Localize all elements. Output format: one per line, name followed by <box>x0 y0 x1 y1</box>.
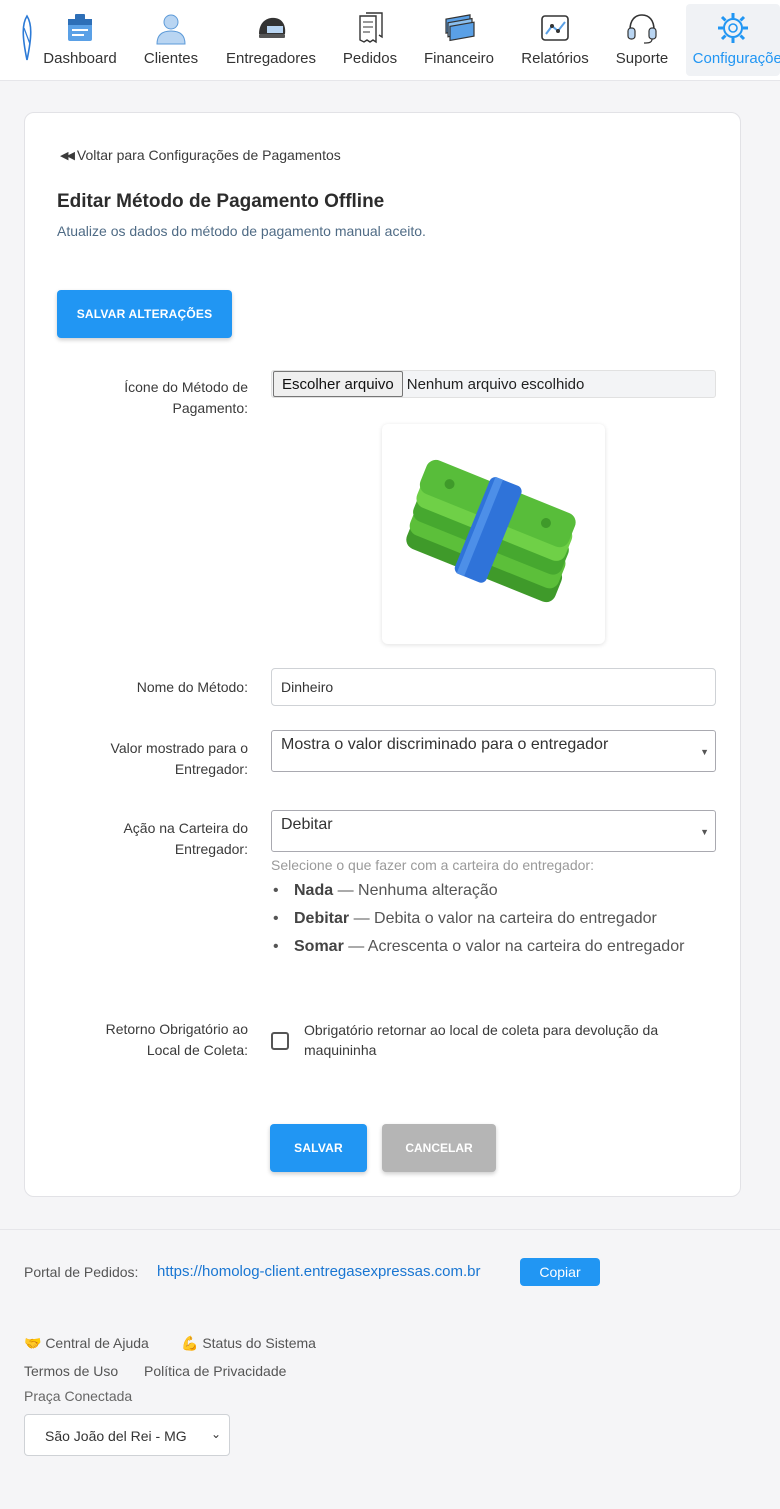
bullet-icon: • <box>273 882 279 899</box>
caret-down-icon: ▼ <box>700 827 709 837</box>
method-name-input[interactable]: Dinheiro <box>271 668 716 706</box>
nav-item-relatorios[interactable]: Relatórios <box>518 4 592 76</box>
portal-link[interactable]: https://homolog-client.entregasexpressas… <box>157 1263 481 1280</box>
bullet-icon: • <box>273 910 279 927</box>
praca-label: Praça Conectada <box>24 1388 133 1404</box>
footer-divider <box>0 1229 780 1230</box>
money-stack-icon <box>445 14 475 42</box>
nav-item-dashboard[interactable]: Dashboard <box>40 4 120 76</box>
icon-preview <box>382 424 605 644</box>
nav-item-financeiro[interactable]: Financeiro <box>421 4 497 76</box>
value-shown-select[interactable]: Mostra o valor discriminado para o entre… <box>271 730 716 772</box>
helmet-icon <box>259 17 286 38</box>
top-navigation: Dashboard Clientes Entregadores Pedidos <box>0 0 780 81</box>
nav-label: Relatórios <box>521 50 589 67</box>
icon-field-label: Ícone do Método de Pagamento: <box>124 379 248 416</box>
chevron-down-icon: ⌄ <box>210 1427 221 1441</box>
page-title: Editar Método de Pagamento Offline <box>57 191 385 212</box>
return-required-checkbox[interactable] <box>271 1032 289 1050</box>
wallet-action-selected: Debitar <box>281 816 333 833</box>
wallet-field-label: Ação na Carteira do Entregador: <box>123 820 248 857</box>
file-status: Nenhum arquivo escolhido <box>406 375 585 393</box>
nav-label: Configurações <box>692 50 780 67</box>
nav-label: Suporte <box>615 50 669 67</box>
list-item: • Somar — Acrescenta o valor na carteira… <box>271 933 721 961</box>
nav-label: Entregadores <box>225 50 317 67</box>
choose-file-button[interactable]: Escolher arquivo <box>273 371 403 397</box>
wallet-hint: Selecione o que fazer com a carteira do … <box>271 857 594 873</box>
copy-button[interactable]: Copiar <box>520 1258 600 1286</box>
headset-icon <box>627 14 657 44</box>
list-item: • Debitar — Debita o valor na carteira d… <box>271 905 721 933</box>
list-item: • Nada — Nenhuma alteração <box>271 877 721 905</box>
cancel-button[interactable]: CANCELAR <box>382 1124 496 1172</box>
value-shown-selected: Mostra o valor discriminado para o entre… <box>281 736 609 753</box>
praca-selected: São João del Rei - MG <box>45 1428 187 1444</box>
nav-label: Clientes <box>143 50 199 67</box>
method-name-value: Dinheiro <box>281 679 334 695</box>
cash-bundle-icon <box>406 459 576 603</box>
nav-label: Dashboard <box>43 50 117 67</box>
back-link-label: Voltar para Configurações de Pagamentos <box>76 147 341 163</box>
nav-item-pedidos[interactable]: Pedidos <box>340 4 400 76</box>
return-required-label: Obrigatório retornar ao local de coleta … <box>304 1022 659 1058</box>
page-subtitle: Atualize os dados do método de pagamento… <box>57 223 426 239</box>
nav-item-entregadores[interactable]: Entregadores <box>223 4 319 76</box>
wallet-action-select[interactable]: Debitar ▼ <box>271 810 716 852</box>
gear-icon <box>718 13 748 43</box>
dashboard-icon <box>68 14 92 41</box>
terms-link[interactable]: Termos de Uso <box>24 1363 118 1379</box>
save-button[interactable]: SALVAR <box>270 1124 367 1172</box>
edit-payment-method-card: ◀◀ Voltar para Configurações de Pagament… <box>24 112 741 1197</box>
nav-label: Financeiro <box>423 50 495 67</box>
return-field-label: Retorno Obrigatório ao Local de Coleta: <box>105 1021 248 1058</box>
double-chevron-left-icon: ◀◀ <box>60 149 75 162</box>
nav-item-configuracoes[interactable]: Configurações <box>686 4 780 76</box>
wallet-options-list: • Nada — Nenhuma alteração • Debitar — D… <box>271 877 721 961</box>
back-link[interactable]: ◀◀ Voltar para Configurações de Pagament… <box>60 147 341 163</box>
chart-icon <box>541 15 569 41</box>
nav-item-suporte[interactable]: Suporte <box>611 4 673 76</box>
privacy-link[interactable]: Política de Privacidade <box>144 1363 286 1379</box>
praca-select[interactable]: São João del Rei - MG ⌄ <box>24 1414 230 1456</box>
save-changes-button[interactable]: SALVAR ALTERAÇÕES <box>57 290 232 338</box>
receipt-icon <box>359 12 383 44</box>
name-field-label: Nome do Método: <box>136 679 248 695</box>
caret-down-icon: ▼ <box>700 747 709 757</box>
help-center-link[interactable]: 🤝 Central de Ajuda <box>24 1335 149 1352</box>
logo-icon[interactable] <box>20 14 34 62</box>
nav-label: Pedidos <box>342 50 398 67</box>
nav-item-clientes[interactable]: Clientes <box>139 4 203 76</box>
file-input[interactable]: Escolher arquivo Nenhum arquivo escolhid… <box>271 370 716 398</box>
system-status-link[interactable]: 💪 Status do Sistema <box>181 1335 316 1352</box>
value-field-label: Valor mostrado para o Entregador: <box>110 740 248 777</box>
bullet-icon: • <box>273 938 279 955</box>
user-icon <box>156 14 186 45</box>
portal-label: Portal de Pedidos: <box>24 1264 139 1280</box>
